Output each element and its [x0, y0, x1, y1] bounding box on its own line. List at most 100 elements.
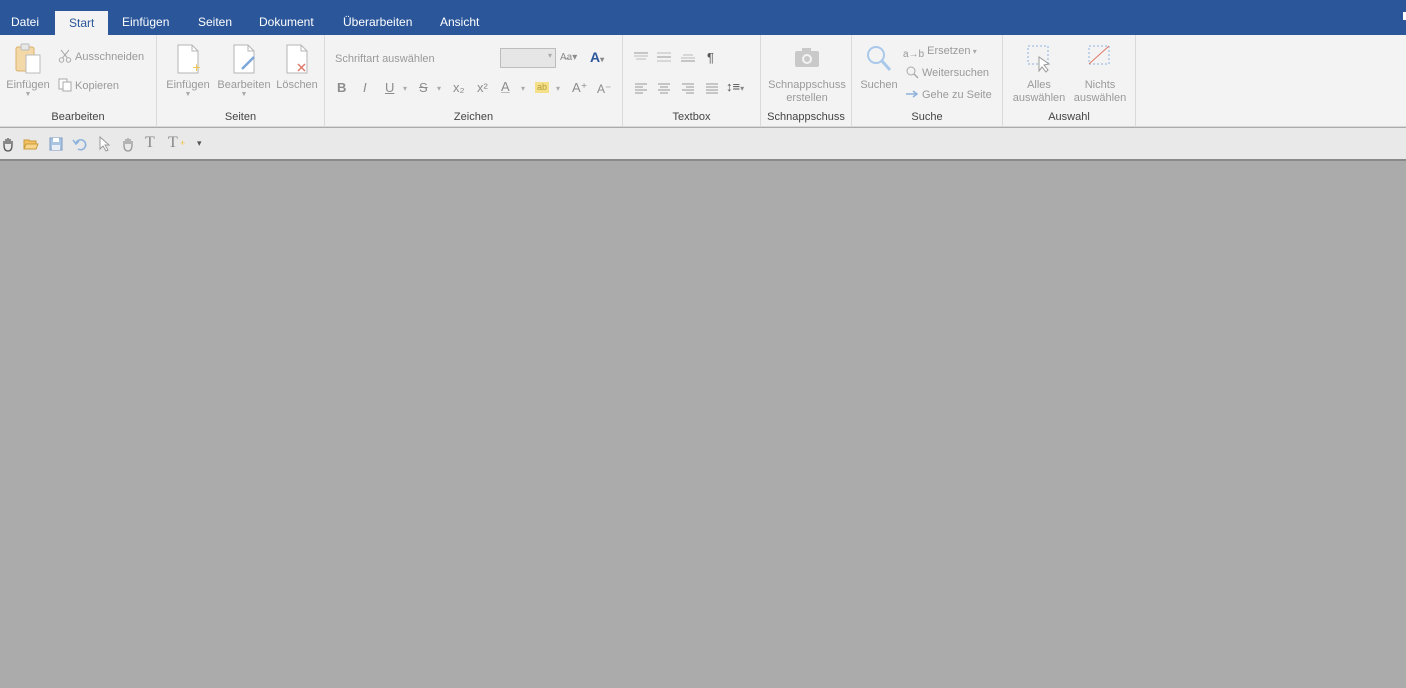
align-center-icon[interactable]	[657, 82, 671, 94]
save-icon[interactable]	[48, 136, 64, 152]
select-none-label-2: auswählen	[1073, 92, 1127, 104]
ribbon-tab-bar: Datei Start Einfügen Seiten Dokument Übe…	[0, 0, 1406, 35]
underline-button[interactable]: U	[385, 79, 394, 97]
chevron-down-icon[interactable]: ▾	[556, 80, 560, 98]
align-bottom-icon[interactable]	[680, 51, 696, 63]
search-button[interactable]: Suchen	[858, 43, 900, 92]
select-pointer-icon[interactable]	[96, 136, 112, 152]
superscript-button[interactable]: x²	[477, 79, 488, 97]
undo-icon[interactable]	[72, 136, 88, 152]
goto-page-button[interactable]: Gehe zu Seite	[905, 85, 992, 105]
grow-font-button[interactable]: A⁺	[572, 79, 588, 97]
copy-button[interactable]: Kopieren	[58, 76, 119, 96]
group-schnappschuss: Schnappschuss erstellen Schnappschuss	[761, 35, 852, 127]
select-all-button[interactable]: Alles auswählen	[1009, 43, 1069, 105]
pilcrow-button[interactable]: ¶	[707, 49, 714, 67]
page-edit-icon	[230, 43, 258, 75]
find-next-label: Weitersuchen	[922, 67, 990, 79]
group-zeichen: Schriftart auswählen A̶a▾ A▾ B I U ▾ S ▾…	[325, 35, 623, 127]
bold-button[interactable]: B	[337, 79, 346, 97]
customize-toolbar-icon[interactable]: ▾	[197, 137, 213, 153]
svg-text:+: +	[192, 61, 201, 74]
change-case-icon[interactable]: A̶a▾	[560, 49, 577, 67]
snapshot-label-2: erstellen	[786, 92, 828, 104]
page-insert-button[interactable]: + Einfügen ▼	[163, 43, 213, 98]
search-label: Suchen	[860, 79, 898, 91]
group-label-suche: Suche	[911, 111, 943, 123]
plus-icon: +	[180, 138, 186, 148]
subscript-button[interactable]: x₂	[453, 79, 465, 97]
page-delete-label: Löschen	[276, 79, 318, 91]
page-add-icon: +	[174, 43, 202, 75]
tab-seiten[interactable]: Seiten	[187, 0, 243, 35]
chevron-down-icon[interactable]: ▾	[403, 80, 407, 98]
clipboard-icon	[14, 43, 42, 75]
cut-button[interactable]: Ausschneiden	[58, 47, 144, 67]
search-icon	[865, 43, 893, 75]
page-delete-icon	[283, 43, 311, 75]
find-next-icon	[905, 65, 919, 79]
tab-datei[interactable]: Datei	[0, 0, 50, 35]
snapshot-label-1: Schnappschuss	[768, 79, 846, 91]
copy-icon	[58, 78, 72, 92]
select-all-icon	[1025, 43, 1053, 75]
select-all-label-1: Alles	[1027, 79, 1051, 91]
page-edit-button[interactable]: Bearbeiten ▼	[215, 43, 273, 98]
group-auswahl: Alles auswählen Nichts auswählen Auswahl	[1003, 35, 1136, 127]
group-bearbeiten: Einfügen ▼ Ausschneiden Kopieren Bearbei…	[0, 35, 157, 127]
group-label-bearbeiten: Bearbeiten	[51, 111, 105, 123]
select-all-label-2: auswählen	[1012, 92, 1066, 104]
tab-dokument[interactable]: Dokument	[248, 0, 325, 35]
select-none-button[interactable]: Nichts auswählen	[1070, 43, 1130, 105]
italic-button[interactable]: I	[363, 79, 367, 97]
group-label-schnappschuss: Schnappschuss	[767, 111, 845, 123]
replace-icon: a→b	[903, 49, 925, 60]
select-none-icon	[1086, 43, 1114, 75]
tab-einfuegen[interactable]: Einfügen	[111, 0, 180, 35]
quick-access-toolbar: T T + ▾	[0, 128, 1406, 161]
tab-start[interactable]: Start	[55, 11, 109, 35]
chevron-down-icon[interactable]: ▾	[521, 80, 525, 98]
tab-ansicht[interactable]: Ansicht	[429, 0, 490, 35]
shrink-font-button[interactable]: A⁻	[597, 80, 611, 98]
replace-button[interactable]: a→b Ersetzen ▾	[903, 41, 977, 61]
align-middle-icon[interactable]	[656, 51, 672, 63]
group-suche: Suchen a→b Ersetzen ▾ Weitersuchen Gehe z…	[852, 35, 1003, 127]
font-family-select[interactable]: Schriftart auswählen	[335, 49, 435, 69]
highlight-button[interactable]: ab	[535, 82, 550, 93]
tab-ueberarbeiten[interactable]: Überarbeiten	[332, 0, 423, 35]
goto-page-label: Gehe zu Seite	[922, 89, 992, 101]
document-canvas[interactable]	[0, 162, 1406, 688]
scissors-icon	[58, 49, 72, 63]
line-spacing-icon[interactable]: ↕≡▾	[726, 78, 744, 98]
page-edit-label: Bearbeiten	[217, 79, 271, 91]
group-label-seiten: Seiten	[224, 111, 257, 123]
find-next-button[interactable]: Weitersuchen	[905, 63, 989, 83]
align-right-icon[interactable]	[681, 82, 695, 94]
ribbon: Einfügen ▼ Ausschneiden Kopieren Bearbei…	[0, 35, 1406, 127]
hand-tool-icon[interactable]	[0, 136, 16, 152]
chevron-down-icon: ▼	[24, 91, 32, 98]
page-insert-label: Einfügen	[166, 79, 210, 91]
snapshot-button[interactable]: Schnappschuss erstellen	[763, 43, 851, 105]
group-label-zeichen: Zeichen	[453, 111, 494, 123]
page-delete-button[interactable]: Löschen	[273, 43, 321, 92]
align-left-icon[interactable]	[634, 82, 648, 94]
replace-label: Ersetzen	[927, 45, 971, 57]
align-top-icon[interactable]	[633, 51, 649, 63]
font-size-select[interactable]	[500, 48, 556, 68]
cut-label: Ausschneiden	[75, 51, 145, 63]
chevron-down-icon: ▼	[184, 91, 192, 98]
folder-open-icon[interactable]	[23, 136, 39, 152]
pan-hand-icon[interactable]	[120, 136, 136, 152]
font-color-button[interactable]: A	[501, 78, 510, 96]
group-seiten: + Einfügen ▼ Bearbeiten ▼ Löschen Seiten	[157, 35, 325, 127]
text-tool-icon[interactable]: T	[145, 134, 161, 151]
strikethrough-button[interactable]: S	[419, 79, 428, 97]
copy-label: Kopieren	[75, 80, 120, 92]
text-direction-icon[interactable]: A▾	[590, 48, 604, 69]
paste-button[interactable]: Einfügen ▼	[4, 43, 52, 98]
align-justify-icon[interactable]	[705, 82, 719, 94]
chevron-down-icon[interactable]: ▾	[437, 80, 441, 98]
camera-icon	[793, 43, 821, 75]
